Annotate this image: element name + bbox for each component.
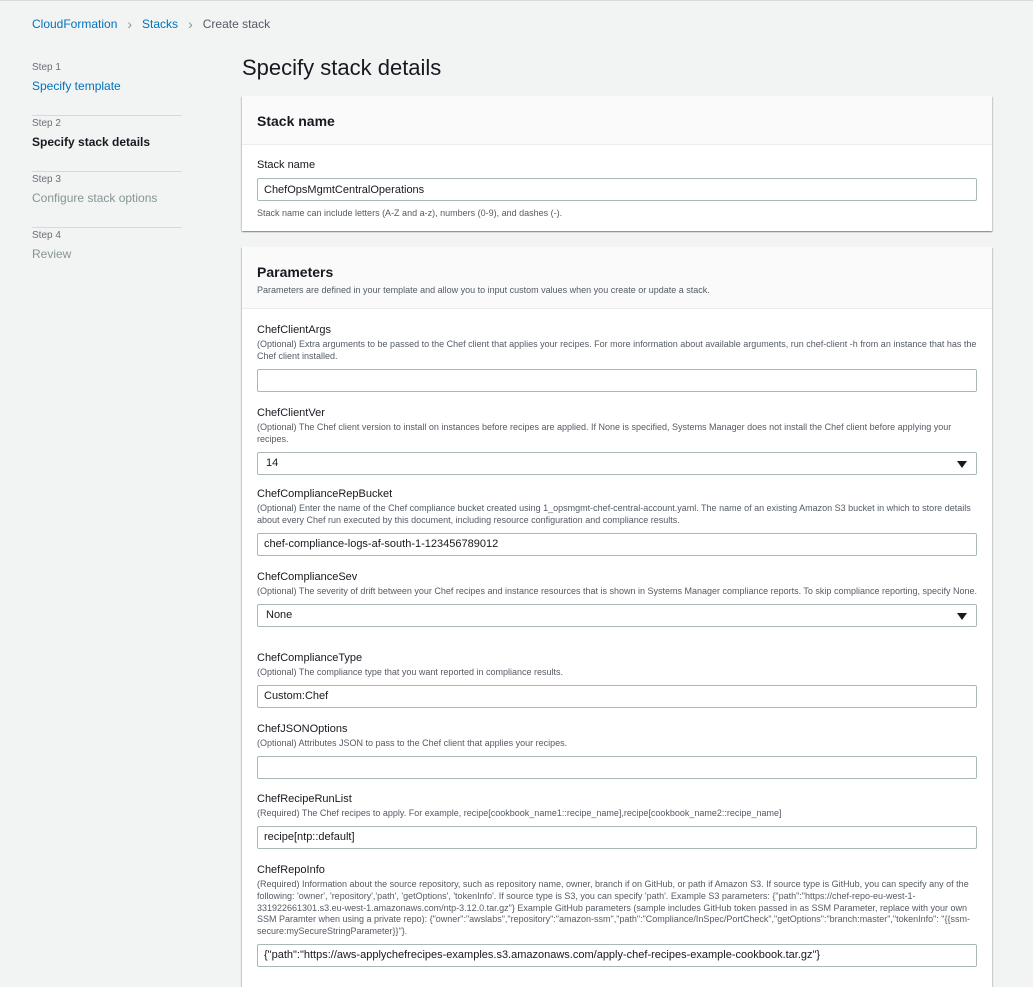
step-link-specify-template[interactable]: Specify template xyxy=(32,78,182,94)
stack-name-input[interactable] xyxy=(257,178,977,201)
param-chef-compliance-sev: ChefComplianceSev (Optional) The severit… xyxy=(257,570,977,627)
step-4: Step 4 Review xyxy=(32,228,182,284)
panel-title: Parameters xyxy=(257,264,334,280)
param-description: (Optional) The Chef client version to in… xyxy=(257,422,952,444)
select-value: None xyxy=(266,608,293,621)
param-label: ChefClientVer xyxy=(257,407,325,419)
parameters-panel: Parameters Parameters are defined in you… xyxy=(242,247,992,987)
step-number: Step 4 xyxy=(32,230,61,241)
chef-recipe-run-list-input[interactable] xyxy=(257,825,977,849)
param-label: ChefJSONOptions xyxy=(257,723,348,735)
panel-description: Parameters are defined in your template … xyxy=(257,285,710,295)
param-chef-repo-info: ChefRepoInfo (Required) Information abou… xyxy=(257,863,977,967)
stack-name-label: Stack name xyxy=(257,159,316,171)
step-number: Step 3 xyxy=(32,174,61,185)
param-label: ChefComplianceRepBucket xyxy=(257,488,393,500)
page-title: Specify stack details xyxy=(242,55,442,80)
stack-name-panel: Stack name Stack name Stack name can inc… xyxy=(242,96,992,231)
breadcrumb-current: Create stack xyxy=(202,17,271,31)
param-label: ChefComplianceType xyxy=(257,652,363,664)
caret-down-icon xyxy=(957,612,967,620)
step-label-review: Review xyxy=(32,247,72,261)
param-description: (Required) Information about the source … xyxy=(257,879,971,937)
chef-json-options-input[interactable] xyxy=(257,755,977,779)
chevron-right-icon: › xyxy=(127,16,133,32)
panel-header: Parameters Parameters are defined in you… xyxy=(242,247,992,309)
param-label: ChefRepoInfo xyxy=(257,864,325,876)
param-description: (Optional) The compliance type that you … xyxy=(257,667,563,677)
param-label: ChefComplianceSev xyxy=(257,571,358,583)
param-description: (Optional) Attributes JSON to pass to th… xyxy=(257,738,568,748)
breadcrumb-cloudformation[interactable]: CloudFormation xyxy=(32,17,117,31)
param-description: (Optional) Extra arguments to be passed … xyxy=(257,339,977,361)
select-value: 14 xyxy=(266,456,279,469)
param-chef-recipe-run-list: ChefRecipeRunList (Required) The Chef re… xyxy=(257,792,977,849)
wizard-steps: Step 1 Specify template Step 2 Specify s… xyxy=(32,60,182,284)
chef-compliance-sev-select[interactable]: None xyxy=(257,603,977,627)
step-label-configure-options: Configure stack options xyxy=(32,191,158,205)
top-divider xyxy=(0,0,1033,1)
step-number: Step 1 xyxy=(32,62,61,73)
chef-client-ver-select[interactable]: 14 xyxy=(257,451,977,475)
param-label: ChefClientArgs xyxy=(257,324,331,336)
param-chef-json-options: ChefJSONOptions (Optional) Attributes JS… xyxy=(257,722,977,779)
param-chef-compliance-rep-bucket: ChefComplianceRepBucket (Optional) Enter… xyxy=(257,487,977,556)
caret-down-icon xyxy=(957,460,967,468)
chevron-right-icon: › xyxy=(188,16,193,32)
param-chef-client-args: ChefClientArgs (Optional) Extra argument… xyxy=(257,323,977,392)
step-number: Step 2 xyxy=(32,118,61,129)
step-label-current: Specify stack details xyxy=(32,135,151,149)
panel-title: Stack name xyxy=(257,113,335,129)
step-2: Step 2 Specify stack details xyxy=(32,116,182,172)
breadcrumb-stacks[interactable]: Stacks xyxy=(142,17,178,31)
chef-client-args-input[interactable] xyxy=(257,368,977,392)
chef-compliance-type-input[interactable] xyxy=(257,684,977,708)
chef-compliance-rep-bucket-input[interactable] xyxy=(257,532,977,556)
param-chef-compliance-type: ChefComplianceType (Optional) The compli… xyxy=(257,651,977,708)
param-chef-client-ver: ChefClientVer (Optional) The Chef client… xyxy=(257,406,977,475)
param-description: (Optional) The severity of drift between… xyxy=(257,586,978,596)
param-description: (Required) The Chef recipes to apply. Fo… xyxy=(257,808,782,818)
step-1: Step 1 Specify template xyxy=(32,60,182,116)
param-description: (Optional) Enter the name of the Chef co… xyxy=(257,503,971,525)
breadcrumb: CloudFormation › Stacks › Create stack xyxy=(32,17,270,31)
stack-name-constraint: Stack name can include letters (A-Z and … xyxy=(257,208,563,218)
panel-header: Stack name xyxy=(242,96,992,145)
param-label: ChefRecipeRunList xyxy=(257,793,352,805)
step-3: Step 3 Configure stack options xyxy=(32,172,182,228)
chef-repo-info-input[interactable] xyxy=(257,943,977,967)
